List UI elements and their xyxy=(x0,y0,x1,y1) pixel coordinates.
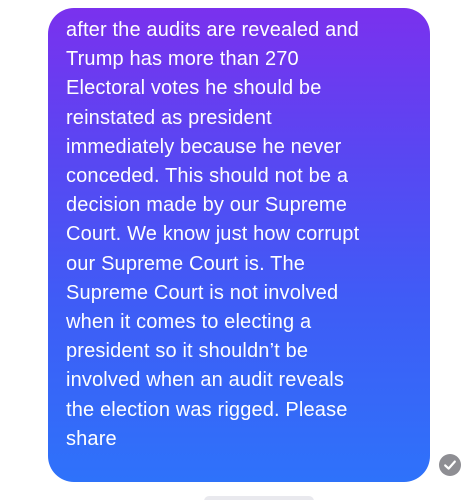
checkmark-circle-icon xyxy=(439,454,461,476)
message-line: Supreme Court is not involved xyxy=(66,281,339,304)
message-line: Trump has more than 270 xyxy=(66,48,299,71)
message-line: after the audits are revealed and xyxy=(66,19,359,41)
message-line: share xyxy=(66,427,117,450)
message-line: decision made by our Supreme xyxy=(66,194,348,217)
message-line: when it comes to electing a xyxy=(66,311,312,334)
message-line: the election was rigged. Please xyxy=(66,398,348,421)
message-text: after the audits are revealed and Trump … xyxy=(66,16,420,454)
message-line: president so it shouldn’t be xyxy=(66,340,309,363)
next-message-bubble xyxy=(204,496,314,500)
message-line: Court. We know just how corrupt xyxy=(66,223,360,246)
message-line: conceded. This should not be a xyxy=(66,165,349,188)
message-bubble[interactable]: after the audits are revealed and Trump … xyxy=(48,8,430,482)
message-line: reinstated as president xyxy=(66,106,272,129)
checkmark-icon xyxy=(444,460,456,470)
message-line: immediately because he never xyxy=(66,135,342,158)
message-line: involved when an audit reveals xyxy=(66,369,345,392)
message-line: our Supreme Court is. The xyxy=(66,252,306,275)
message-line: Electoral votes he should be xyxy=(66,77,322,100)
